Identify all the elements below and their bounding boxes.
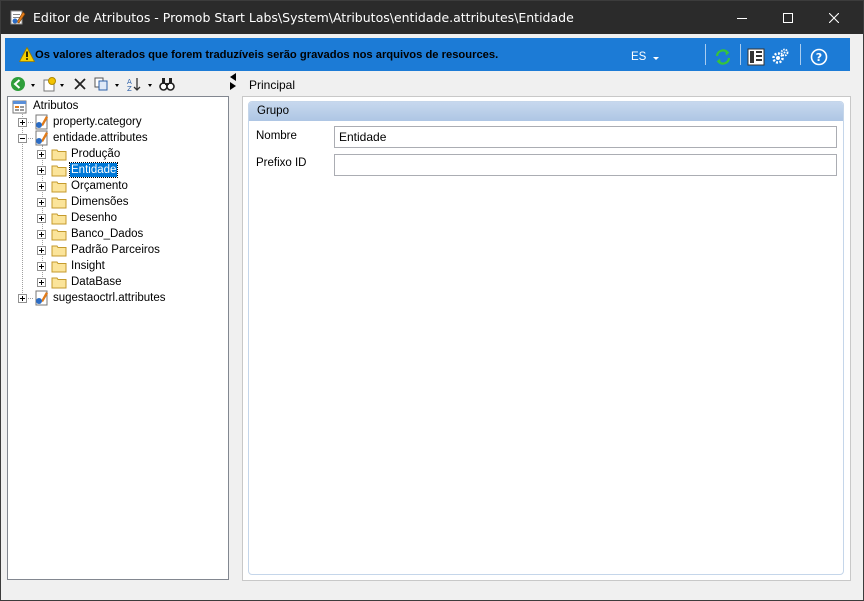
expand-toggle[interactable] xyxy=(18,118,27,127)
tree-item-label: sugestaoctrl.attributes xyxy=(53,292,166,304)
svg-text:?: ? xyxy=(816,51,822,64)
tree-toolbar: A Z xyxy=(5,73,229,95)
sort-icon[interactable]: A Z xyxy=(126,76,142,92)
folder-icon xyxy=(51,213,67,225)
info-message: Os valores alterados que forem traduzíve… xyxy=(35,49,499,61)
nombre-field[interactable]: Entidade xyxy=(334,126,837,148)
expand-right-arrow-icon[interactable] xyxy=(230,82,236,90)
prefixo-id-field[interactable] xyxy=(334,154,837,176)
expand-toggle[interactable] xyxy=(37,230,46,239)
copy-icon[interactable] xyxy=(93,76,109,92)
toolbar-divider xyxy=(705,44,706,65)
settings-icon[interactable] xyxy=(771,48,789,66)
app-icon xyxy=(10,10,26,25)
expand-toggle[interactable] xyxy=(37,150,46,159)
maximize-button[interactable] xyxy=(765,1,811,34)
delete-icon[interactable] xyxy=(72,76,88,92)
chevron-down-icon xyxy=(653,57,659,60)
expand-toggle[interactable] xyxy=(37,166,46,175)
attributes-root-icon xyxy=(12,100,27,114)
expand-toggle[interactable] xyxy=(37,198,46,207)
group-header[interactable]: Grupo xyxy=(249,102,843,121)
expand-toggle[interactable] xyxy=(37,246,46,255)
translation-info-bar: Os valores alterados que forem traduzíve… xyxy=(5,38,850,71)
close-icon xyxy=(829,12,839,23)
attributes-file-icon xyxy=(35,290,48,306)
new-attribute-icon[interactable] xyxy=(42,76,58,92)
chevron-down-icon[interactable] xyxy=(148,84,152,87)
folder-icon xyxy=(51,245,67,257)
nombre-label: Nombre xyxy=(256,130,297,142)
collapse-toggle[interactable] xyxy=(18,134,27,143)
help-icon[interactable]: ? xyxy=(810,48,828,66)
attributes-file-icon xyxy=(35,114,48,130)
folder-icon xyxy=(51,261,67,273)
expand-toggle[interactable] xyxy=(37,214,46,223)
tab-principal[interactable]: Principal xyxy=(249,78,295,92)
tree-item-label: DataBase xyxy=(71,276,122,288)
tree-root-label: Atributos xyxy=(33,100,79,112)
refresh-icon[interactable] xyxy=(714,48,732,66)
warning-icon xyxy=(19,47,35,62)
chevron-down-icon[interactable] xyxy=(115,84,119,87)
tree-item-label: Banco_Dados xyxy=(71,228,144,240)
prefixo-id-label: Prefixo ID xyxy=(256,157,307,169)
chevron-down-icon[interactable] xyxy=(31,84,35,87)
chevron-down-icon[interactable] xyxy=(60,84,64,87)
maximize-icon xyxy=(783,12,793,23)
collapse-left-arrow-icon[interactable] xyxy=(230,73,236,81)
folder-icon xyxy=(51,149,67,161)
title-bar: Editor de Atributos - Promob Start Labs\… xyxy=(1,1,863,34)
folder-icon xyxy=(51,165,67,177)
window-title: Editor de Atributos - Promob Start Labs\… xyxy=(33,10,574,25)
folder-icon xyxy=(51,277,67,289)
language-selector[interactable]: ES xyxy=(631,51,646,63)
minimize-icon xyxy=(737,17,747,19)
tree-item-label: Desenho xyxy=(71,212,118,224)
close-button[interactable] xyxy=(811,1,857,34)
attributes-tree[interactable]: Atributos property.category entidade.att… xyxy=(7,96,229,580)
folder-icon xyxy=(51,197,67,209)
tree-item-label: Dimensões xyxy=(71,196,129,208)
attributes-file-icon xyxy=(35,130,48,146)
minimize-button[interactable] xyxy=(719,1,765,34)
expand-toggle[interactable] xyxy=(37,278,46,287)
tree-item-label: Orçamento xyxy=(71,180,128,192)
toolbar-divider xyxy=(740,44,741,65)
find-icon[interactable] xyxy=(159,76,175,92)
expand-toggle[interactable] xyxy=(18,294,27,303)
attribute-editor-window: Editor de Atributos - Promob Start Labs\… xyxy=(0,0,864,601)
tree-item-label: Produção xyxy=(71,148,121,160)
back-icon[interactable] xyxy=(10,76,26,92)
svg-text:Z: Z xyxy=(127,85,132,92)
tree-item-label-selected: Entidade xyxy=(68,162,119,178)
tree-item-label: property.category xyxy=(53,116,142,128)
folder-icon xyxy=(51,181,67,193)
expand-toggle[interactable] xyxy=(37,182,46,191)
tree-item-label: entidade.attributes xyxy=(53,132,148,144)
layout-icon[interactable] xyxy=(747,48,765,66)
folder-icon xyxy=(51,229,67,241)
group-title: Grupo xyxy=(257,105,289,117)
expand-toggle[interactable] xyxy=(37,262,46,271)
toolbar-divider xyxy=(800,44,801,65)
tree-item-label: Insight xyxy=(71,260,105,272)
tree-item-label: Padrão Parceiros xyxy=(71,244,160,256)
